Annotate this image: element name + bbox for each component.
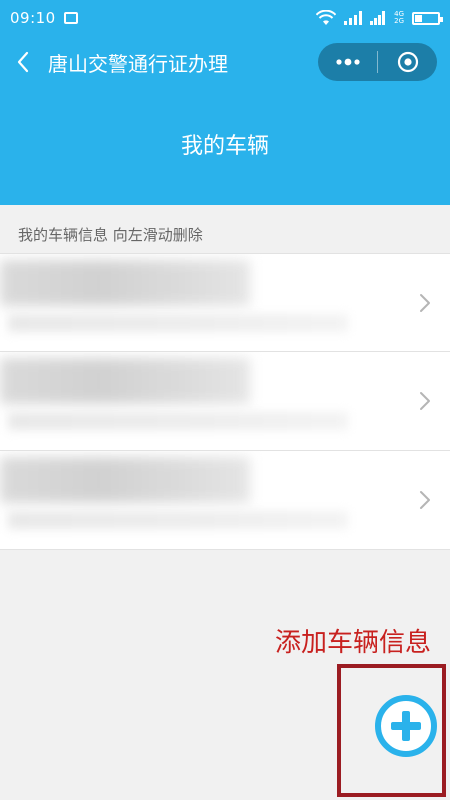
target-circle-icon: [397, 51, 418, 73]
page-heading: 我的车辆: [180, 134, 269, 159]
back-button[interactable]: [0, 38, 46, 86]
chevron-right-icon: [420, 294, 430, 312]
nav-bar: 唐山交警通行证办理: [0, 38, 450, 86]
plus-circle-icon: [375, 695, 437, 757]
blurred-vehicle-info: [0, 358, 250, 404]
miniprogram-capsule: [318, 43, 437, 81]
section-title: 我的车辆信息 向左滑动删除: [18, 226, 203, 244]
battery-level: [415, 14, 422, 22]
close-miniprogram-button[interactable]: [378, 43, 437, 81]
status-icons: 4G 2G: [316, 10, 443, 26]
vehicle-list-item[interactable]: [0, 253, 450, 352]
blurred-vehicle-detail: [8, 511, 348, 529]
status-time: 09:10: [10, 9, 56, 27]
screenshot-icon: [63, 12, 78, 24]
status-bar: 09:10 4G 2G: [0, 0, 450, 36]
header: 09:10 4G 2G 唐山交警通行证办理 我的车辆: [0, 0, 450, 205]
blurred-vehicle-detail: [8, 412, 348, 430]
vehicle-list-item[interactable]: [0, 352, 450, 451]
blurred-vehicle-detail: [8, 314, 348, 332]
chevron-right-icon: [420, 392, 430, 410]
back-arrow-icon: [17, 51, 29, 73]
network-type: 4G 2G: [394, 11, 404, 25]
chevron-right-icon: [420, 491, 430, 509]
more-button[interactable]: [318, 43, 377, 81]
add-vehicle-button[interactable]: [374, 694, 438, 758]
wifi-icon: [316, 10, 337, 25]
signal-icon: [344, 11, 363, 25]
blurred-vehicle-info: [0, 457, 250, 503]
more-dots-icon: [335, 58, 360, 66]
network-type-bottom: 2G: [394, 17, 404, 25]
nav-title: 唐山交警通行证办理: [48, 51, 228, 76]
annotation-label: 添加车辆信息: [275, 628, 432, 658]
vehicle-list: [0, 253, 450, 550]
blurred-vehicle-info: [0, 260, 250, 306]
signal-icon-secondary: [370, 11, 386, 25]
vehicle-list-item[interactable]: [0, 451, 450, 550]
battery-icon: [412, 11, 443, 25]
